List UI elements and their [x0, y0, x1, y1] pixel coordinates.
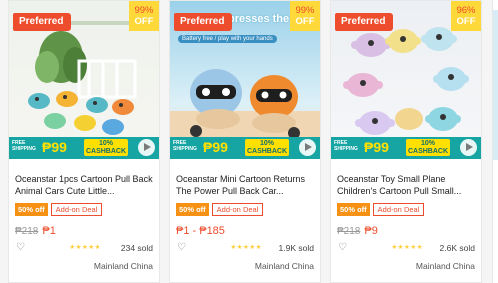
rating-stars: ★★★★★ — [230, 244, 262, 251]
current-price: ₱1 — [42, 225, 56, 237]
cashback-label: 10% CASHBACK — [406, 139, 450, 156]
product-tags: 50% off Add-on Deal — [337, 203, 425, 216]
discount-off-label: OFF — [134, 16, 154, 27]
play-video-icon[interactable] — [460, 139, 477, 156]
discount-badge: 96% OFF — [451, 1, 481, 31]
price-row: ₱218 ₱1 — [15, 221, 56, 237]
promo-banner: FREE SHIPPING ₱99 10% CASHBACK — [9, 137, 159, 159]
original-price: ₱218 — [15, 226, 39, 237]
meta-row: ♡ ★★★★★ 234 sold — [9, 241, 159, 255]
cashback-label: 10% CASHBACK — [84, 139, 128, 156]
preferred-badge: Preferred — [335, 13, 394, 31]
cashback-label: 10% CASHBACK — [245, 139, 289, 156]
promo-amount: ₱99 — [203, 139, 228, 155]
product-card[interactable]: presses the car Battery free / play with… — [169, 0, 321, 283]
promo-banner: FREE SHIPPING ₱99 10% CASHBACK — [170, 137, 320, 159]
play-video-icon[interactable] — [299, 139, 316, 156]
promo-amount: ₱99 — [364, 139, 389, 155]
price-row: ₱1 - ₱185 — [176, 221, 225, 237]
add-on-deal-tag: Add-on Deal — [50, 203, 103, 216]
product-image[interactable]: presses the car Battery free / play with… — [170, 1, 320, 159]
product-card[interactable]: Preferred 96% OFF FREE SHIPPING ₱99 10% … — [330, 0, 482, 283]
discount-badge: 99% OFF — [129, 1, 159, 31]
discount-off-label: OFF — [456, 16, 476, 27]
original-price: ₱218 — [337, 226, 361, 237]
heart-icon[interactable]: ♡ — [16, 242, 25, 254]
discount-off-label: OFF — [295, 16, 315, 27]
product-title[interactable]: Oceanstar Mini Cartoon Returns The Power… — [176, 173, 316, 201]
sold-count: 1.9K sold — [278, 243, 314, 253]
image-banner-subtext: Battery free / play with your hands — [178, 35, 277, 43]
product-title[interactable]: Oceanstar 1pcs Cartoon Pull Back Animal … — [15, 173, 155, 201]
product-grid: Preferred 99% OFF FREE SHIPPING ₱99 10% … — [0, 0, 498, 283]
product-tags: 50% off Add-on Deal — [176, 203, 264, 216]
product-title[interactable]: Oceanstar Toy Small Plane Children's Car… — [337, 173, 477, 201]
free-shipping-label: FREE SHIPPING — [334, 140, 358, 152]
meta-row: ♡ ★★★★★ 1.9K sold — [170, 241, 320, 255]
next-product-card-edge[interactable] — [492, 0, 498, 283]
discount-percent: 99% — [134, 5, 154, 16]
ship-from-location: Mainland China — [254, 261, 314, 271]
sold-count: 2.6K sold — [439, 243, 475, 253]
discount-badge: 99% OFF — [290, 1, 320, 31]
promo-banner: FREE SHIPPING ₱99 10% CASHBACK — [331, 137, 481, 159]
heart-icon[interactable]: ♡ — [338, 242, 347, 254]
discount-tag: 50% off — [337, 203, 370, 216]
product-card[interactable]: Preferred 99% OFF FREE SHIPPING ₱99 10% … — [8, 0, 160, 283]
product-image[interactable]: Preferred 99% OFF FREE SHIPPING ₱99 10% … — [9, 1, 159, 159]
add-on-deal-tag: Add-on Deal — [372, 203, 425, 216]
rating-stars: ★★★★★ — [69, 244, 101, 251]
product-tags: 50% off Add-on Deal — [15, 203, 103, 216]
free-shipping-label: FREE SHIPPING — [12, 140, 36, 152]
preferred-badge: Preferred — [174, 13, 233, 31]
discount-percent: 99% — [295, 5, 315, 16]
free-shipping-label: FREE SHIPPING — [173, 140, 197, 152]
discount-tag: 50% off — [176, 203, 209, 216]
rating-stars: ★★★★★ — [391, 244, 423, 251]
sold-count: 234 sold — [120, 243, 153, 253]
discount-percent: 96% — [456, 5, 476, 16]
ship-from-location: Mainland China — [93, 261, 153, 271]
play-video-icon[interactable] — [138, 139, 155, 156]
preferred-badge: Preferred — [13, 13, 72, 31]
next-product-image-edge — [493, 10, 498, 160]
promo-amount: ₱99 — [42, 139, 67, 155]
add-on-deal-tag: Add-on Deal — [211, 203, 264, 216]
current-price: ₱1 - ₱185 — [176, 225, 225, 237]
meta-row: ♡ ★★★★★ 2.6K sold — [331, 241, 481, 255]
current-price: ₱9 — [364, 225, 378, 237]
product-image[interactable]: Preferred 96% OFF FREE SHIPPING ₱99 10% … — [331, 1, 481, 159]
ship-from-location: Mainland China — [415, 261, 475, 271]
price-row: ₱218 ₱9 — [337, 221, 378, 237]
discount-tag: 50% off — [15, 203, 48, 216]
heart-icon[interactable]: ♡ — [177, 242, 186, 254]
